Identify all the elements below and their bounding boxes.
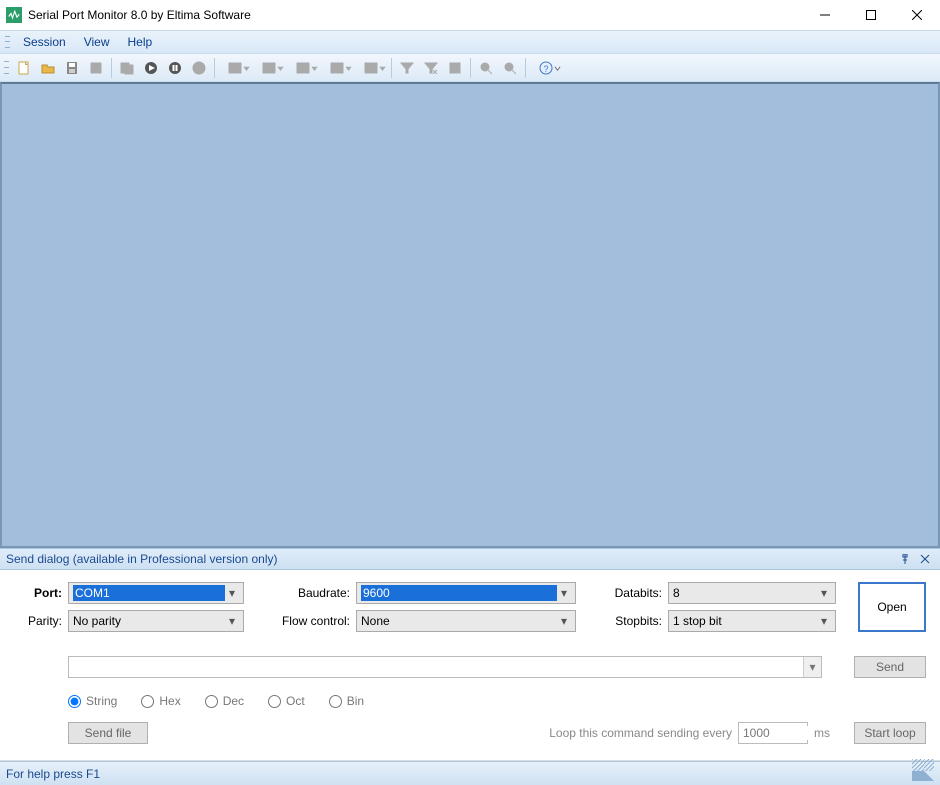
databits-label: Databits:	[582, 586, 662, 600]
filter-clear-icon[interactable]	[419, 56, 443, 80]
send-text-input[interactable]: ▾	[68, 656, 822, 678]
pause-icon[interactable]	[163, 56, 187, 80]
flowcontrol-combo[interactable]: None▾	[356, 610, 576, 632]
titlebar: Serial Port Monitor 8.0 by Eltima Softwa…	[0, 0, 940, 30]
databits-combo[interactable]: 8▾	[668, 582, 836, 604]
port-label: Port:	[14, 586, 62, 600]
chevron-down-icon[interactable]: ▾	[803, 657, 821, 677]
status-text: For help press F1	[6, 767, 100, 781]
send-dialog: Port: COM1▾ Baudrate: 9600▾ Databits: 8▾…	[0, 570, 940, 761]
zoom-out-icon[interactable]	[498, 56, 522, 80]
monitor-area	[0, 82, 940, 548]
baudrate-combo[interactable]: 9600▾	[356, 582, 576, 604]
open-session-icon[interactable]	[36, 56, 60, 80]
window-title: Serial Port Monitor 8.0 by Eltima Softwa…	[28, 8, 802, 22]
send-dialog-header: Send dialog (available in Professional v…	[0, 548, 940, 570]
radio-bin[interactable]: Bin	[329, 694, 364, 708]
send-dialog-title: Send dialog (available in Professional v…	[6, 552, 278, 566]
flowcontrol-label: Flow control:	[250, 614, 350, 628]
close-button[interactable]	[894, 0, 940, 30]
play-icon[interactable]	[139, 56, 163, 80]
menubar: Session View Help	[0, 30, 940, 54]
svg-text:?: ?	[543, 64, 548, 74]
menu-help[interactable]: Help	[119, 32, 162, 52]
help-icon[interactable]: ?	[529, 56, 563, 80]
send-button[interactable]: Send	[854, 656, 926, 678]
format-radios: String Hex Dec Oct Bin	[68, 694, 364, 708]
app-icon	[6, 7, 22, 23]
open-button[interactable]: Open	[858, 582, 926, 632]
statusbar: For help press F1	[0, 761, 940, 785]
maximize-button[interactable]	[848, 0, 894, 30]
radio-hex[interactable]: Hex	[141, 694, 180, 708]
loop-interval-spinner[interactable]: ▲▼	[738, 722, 808, 744]
stop-icon[interactable]	[187, 56, 211, 80]
filter-icon[interactable]	[395, 56, 419, 80]
line-view-icon[interactable]	[252, 56, 286, 80]
send-file-button[interactable]: Send file	[68, 722, 148, 744]
new-session-icon[interactable]	[12, 56, 36, 80]
reproduce-icon[interactable]	[115, 56, 139, 80]
save-icon[interactable]	[60, 56, 84, 80]
stopbits-label: Stopbits:	[582, 614, 662, 628]
close-session-icon[interactable]	[84, 56, 108, 80]
ms-label: ms	[814, 726, 830, 740]
start-loop-button[interactable]: Start loop	[854, 722, 926, 744]
menu-session[interactable]: Session	[14, 32, 75, 52]
panel-close-icon[interactable]	[916, 550, 934, 568]
minimize-button[interactable]	[802, 0, 848, 30]
send-text-field[interactable]	[69, 660, 803, 674]
menubar-grip[interactable]	[5, 34, 10, 50]
radio-string[interactable]: String	[68, 694, 117, 708]
port-combo[interactable]: COM1▾	[68, 582, 244, 604]
menu-view[interactable]: View	[75, 32, 119, 52]
radio-dec[interactable]: Dec	[205, 694, 244, 708]
terminal-view-icon[interactable]	[320, 56, 354, 80]
dump-view-icon[interactable]	[286, 56, 320, 80]
zoom-in-icon[interactable]	[474, 56, 498, 80]
parity-label: Parity:	[14, 614, 62, 628]
table-view-icon[interactable]	[218, 56, 252, 80]
loop-label: Loop this command sending every	[549, 726, 732, 740]
toolbar: ?	[0, 54, 940, 82]
stopbits-combo[interactable]: 1 stop bit▾	[668, 610, 836, 632]
export-icon[interactable]	[443, 56, 467, 80]
modbus-view-icon[interactable]	[354, 56, 388, 80]
parity-combo[interactable]: No parity▾	[68, 610, 244, 632]
toolbar-grip[interactable]	[4, 59, 9, 77]
radio-oct[interactable]: Oct	[268, 694, 305, 708]
resize-grip-icon[interactable]	[920, 767, 934, 781]
pin-icon[interactable]	[896, 550, 914, 568]
baudrate-label: Baudrate:	[250, 586, 350, 600]
